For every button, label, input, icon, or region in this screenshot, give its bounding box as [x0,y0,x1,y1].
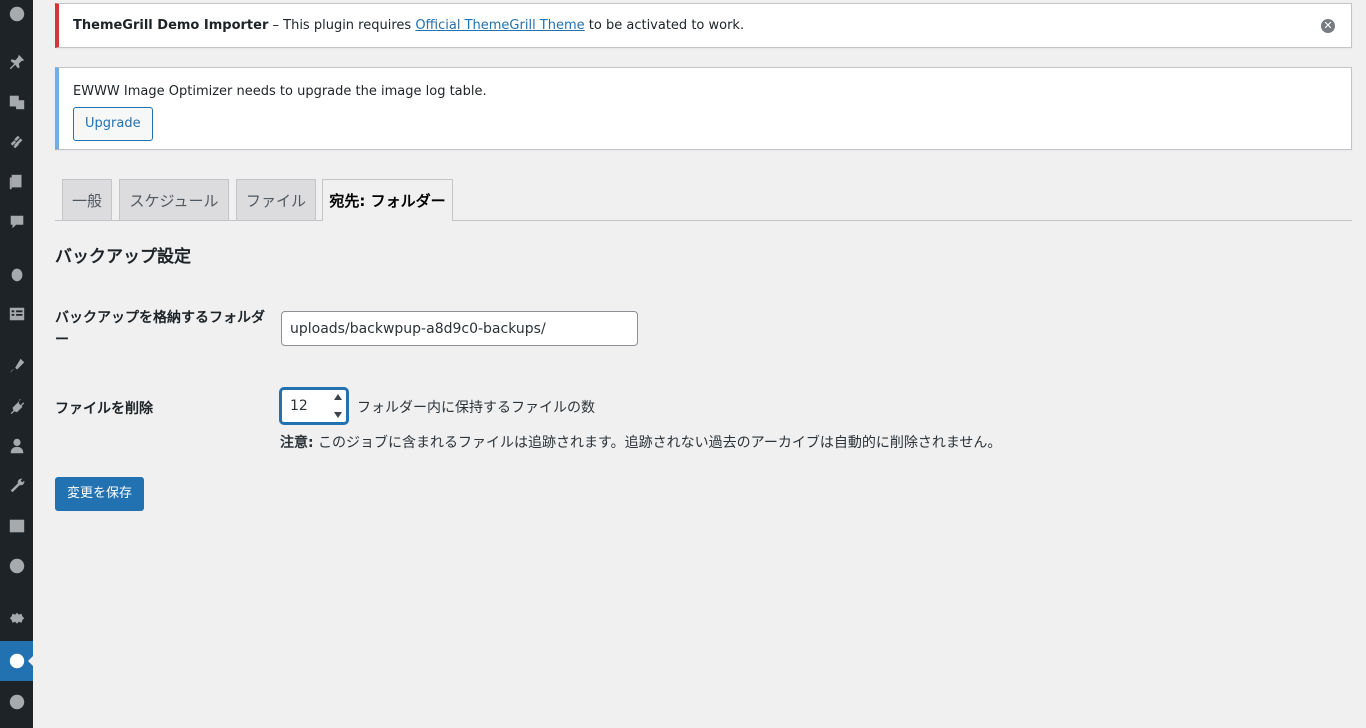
notice-plugin-name: ThemeGrill Demo Importer [73,18,269,33]
folder-label: バックアップを格納するフォルダー [55,310,265,348]
tab-general[interactable]: 一般 [62,179,112,220]
theme-notice: ThemeGrill Demo Importer – This plugin r… [55,3,1352,48]
admin-sidebar [0,0,34,728]
users-icon[interactable] [0,432,33,460]
max-files-stepper[interactable]: 12 [280,388,348,424]
stepper-down-icon[interactable] [334,412,342,418]
settings-icon[interactable] [0,606,33,634]
stepper-up-icon[interactable] [334,394,342,400]
backwpup-icon[interactable] [0,641,34,681]
appearance-icon[interactable] [0,352,33,380]
official-theme-link[interactable]: Official ThemeGrill Theme [415,18,584,33]
upgrade-button[interactable]: Upgrade [73,107,153,141]
ewww-notice: EWWW Image Optimizer needs to upgrade th… [55,67,1352,150]
form-icon[interactable] [0,300,33,328]
comments-icon[interactable] [0,208,33,236]
notice-text-before: – This plugin requires [268,18,416,33]
media-icon[interactable] [0,88,33,116]
max-files-description: フォルダー内に保持するファイルの数 [357,400,595,416]
tools-icon[interactable] [0,472,33,500]
ewww-notice-text: EWWW Image Optimizer needs to upgrade th… [73,84,487,99]
pin-icon[interactable] [0,48,33,76]
pages-icon[interactable] [0,168,33,196]
note-label: 注意: [280,435,314,451]
active-menu-arrow [28,655,34,667]
backup-folder-input[interactable] [281,311,638,346]
play-icon[interactable] [0,688,33,716]
note-text: このジョブに含まれるファイルは追跡されます。追跡されない過去のアーカイブは自動的… [313,435,1002,451]
link-icon[interactable] [0,128,33,156]
stepper-arrows[interactable] [332,392,344,420]
settings-grid-icon[interactable] [0,512,33,540]
tab-files[interactable]: ファイル [236,179,316,220]
dismiss-icon[interactable]: ✕ [1321,19,1335,33]
tab-destination-folder[interactable]: 宛先: フォルダー [322,179,453,221]
plugins-icon[interactable] [0,392,33,420]
gear-circle-icon[interactable] [0,552,33,580]
settings-tabs: 一般 スケジュール ファイル 宛先: フォルダー [55,179,1352,221]
delete-note: 注意: このジョブに含まれるファイルは追跡されます。追跡されない過去のアーカイブ… [280,432,1001,452]
dashboard-icon[interactable] [0,0,33,28]
notice-text-after: to be activated to work. [584,18,745,33]
tab-schedule[interactable]: スケジュール [119,179,229,220]
circle-icon[interactable] [0,260,33,288]
section-title: バックアップ設定 [55,247,191,267]
max-files-value[interactable]: 12 [290,398,308,414]
save-changes-button[interactable]: 変更を保存 [55,477,145,511]
delete-files-label: ファイルを削除 [55,401,153,417]
